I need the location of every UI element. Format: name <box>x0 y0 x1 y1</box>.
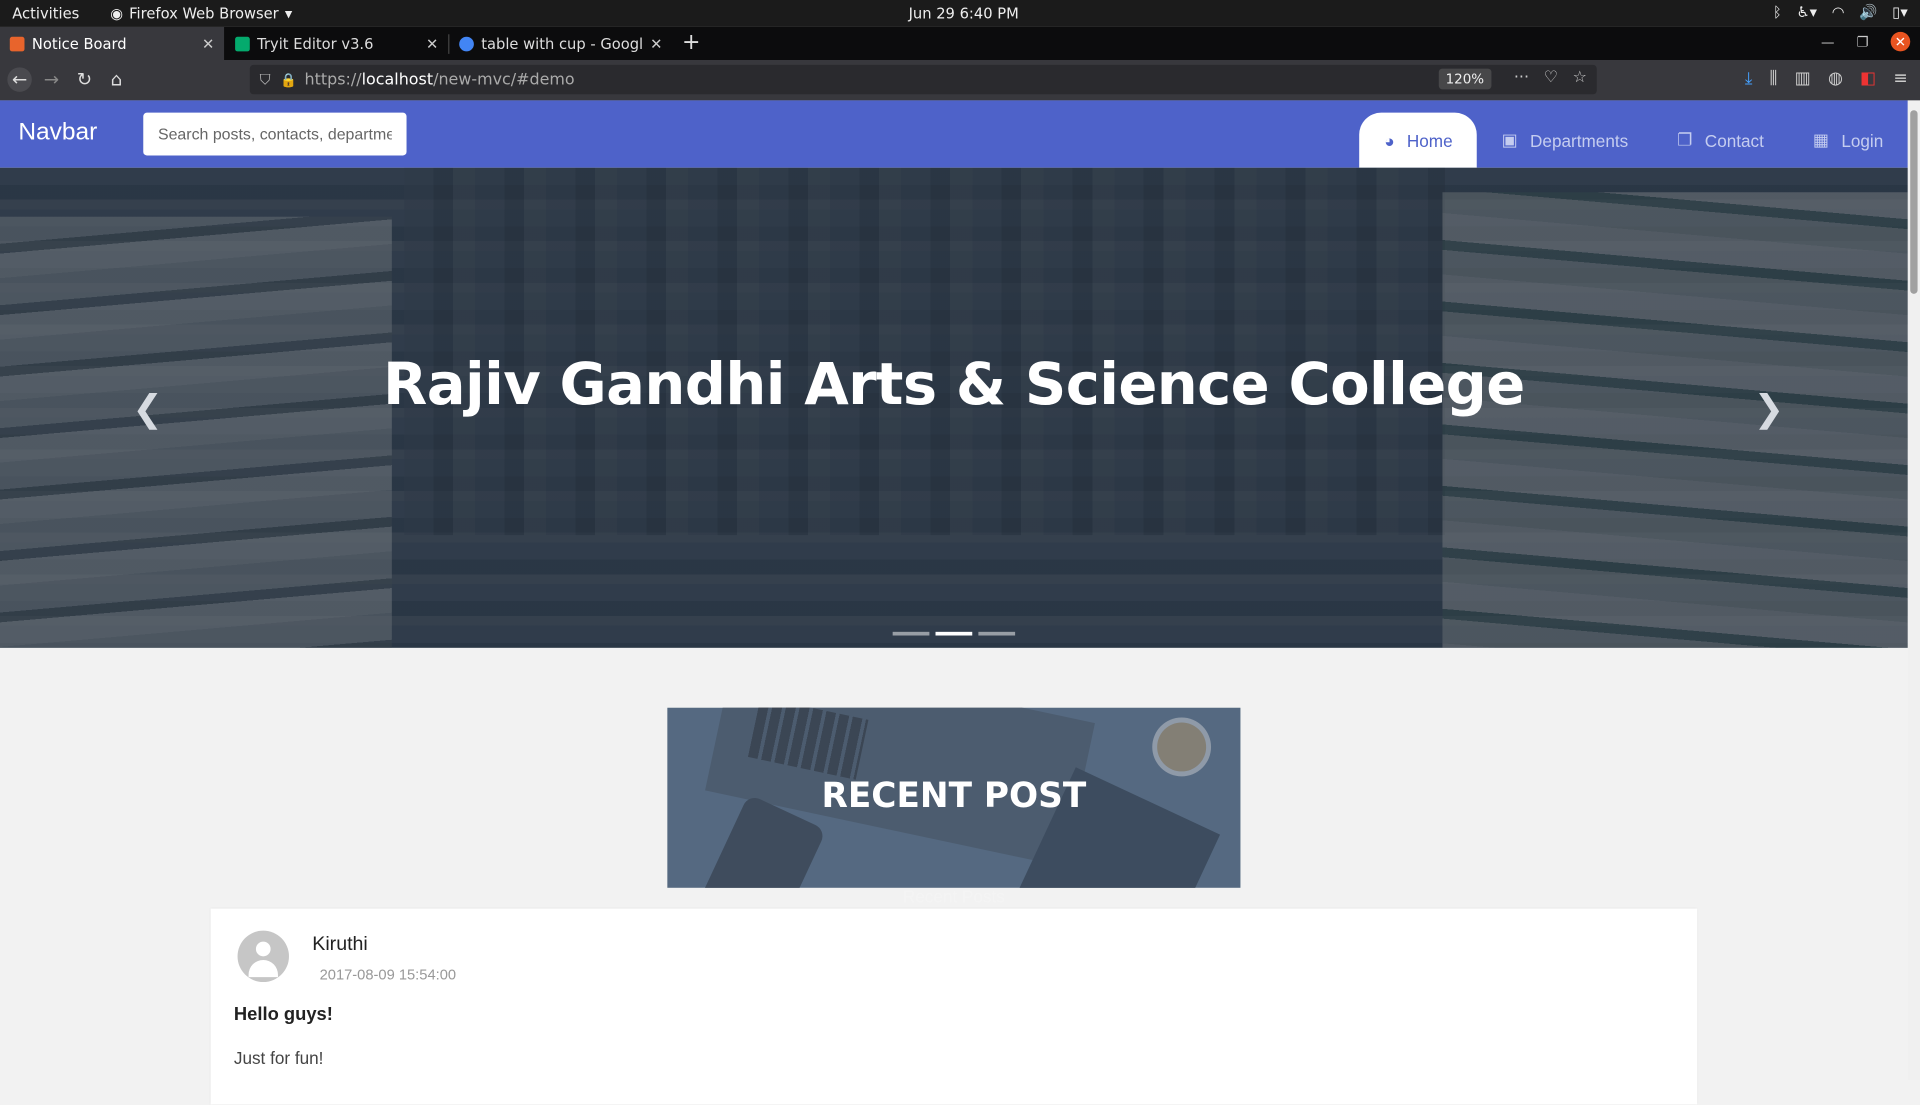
library-icon[interactable]: ⫼ <box>1770 69 1778 89</box>
tab-google-search[interactable]: table with cup - Google S ✕ <box>449 27 672 60</box>
reload-icon[interactable]: ↻ <box>72 67 96 91</box>
caret-down-icon: ▾ <box>284 4 293 23</box>
carousel-indicator[interactable] <box>892 631 930 636</box>
restore-icon[interactable]: ❐ <box>1856 34 1868 50</box>
pocket-icon[interactable]: ♡ <box>1544 69 1558 87</box>
user-icon-head <box>255 941 271 957</box>
carousel-indicator[interactable] <box>978 631 1016 636</box>
hamburger-menu-icon[interactable]: ≡ <box>1893 69 1907 89</box>
tab-strip: Notice Board ✕ Tryit Editor v3.6 ✕ table… <box>0 26 1920 61</box>
carousel-indicators <box>892 631 1016 636</box>
scrollbar-thumb[interactable] <box>1910 110 1918 294</box>
dashboard-icon: ◕ <box>1384 130 1395 151</box>
accessibility-icon: ♿▾ <box>1796 3 1818 21</box>
home-icon[interactable]: ⌂ <box>104 67 128 91</box>
clone-icon: ❐ <box>1677 129 1693 150</box>
nav-departments[interactable]: ▣ Departments <box>1477 113 1653 168</box>
hero-title: Rajiv Gandhi Arts & Science College <box>383 351 1525 419</box>
carousel-next-icon[interactable]: ❯ <box>1753 388 1784 431</box>
carousel-indicator-active[interactable] <box>935 631 973 636</box>
clock[interactable]: Jun 29 6:40 PM <box>909 5 1019 22</box>
tab-notice-board[interactable]: Notice Board ✕ <box>0 26 225 61</box>
tab-tryit-editor[interactable]: Tryit Editor v3.6 ✕ <box>225 27 448 60</box>
recent-post-title: RECENT POST <box>821 775 1087 816</box>
new-tab-button[interactable]: + <box>682 29 700 55</box>
system-top-bar: Activities ◉ Firefox Web Browser ▾ Jun 2… <box>0 0 1920 27</box>
nav-departments-label: Departments <box>1530 130 1629 151</box>
firefox-icon: ◉ <box>110 4 124 23</box>
tab-favicon <box>235 36 250 51</box>
calendar-icon: ▦ <box>1812 129 1830 150</box>
nav-home[interactable]: ◕ Home <box>1359 112 1478 168</box>
search-input[interactable] <box>143 112 407 156</box>
nav-links: ◕ Home ▣ Departments ❐ Contact ▦ Login <box>1359 100 1908 168</box>
carousel-prev-icon[interactable]: ❮ <box>132 388 163 431</box>
zoom-level[interactable]: 120% <box>1438 68 1492 90</box>
window-controls: — ❐ ✕ <box>1821 31 1911 52</box>
post-date: 2017-08-09 15:54:00 <box>319 966 457 984</box>
nav-login[interactable]: ▦ Login <box>1788 113 1907 168</box>
id-badge-icon: ▣ <box>1501 129 1518 150</box>
nav-contact-label: Contact <box>1704 130 1764 151</box>
user-icon-body <box>248 960 278 978</box>
url-actions: ··· ♡ ☆ <box>1514 69 1587 87</box>
tab-title: table with cup - Google S <box>481 34 643 53</box>
tracking-shield-icon[interactable]: ⛉ <box>260 70 271 88</box>
back-icon[interactable]: ← <box>7 67 32 92</box>
browser-toolbar: ← → ↻ ⌂ ⛉ 🔒 https://localhost/new-mvc/#d… <box>0 60 1920 101</box>
hero-carousel: Rajiv Gandhi Arts & Science College ❮ ❯ <box>0 167 1908 648</box>
close-icon[interactable]: ✕ <box>202 35 214 52</box>
activities-button[interactable]: Activities <box>12 5 79 22</box>
extension-icon[interactable]: ◧ <box>1860 69 1876 89</box>
close-icon[interactable]: ✕ <box>650 35 662 52</box>
avatar <box>237 930 289 983</box>
nav-home-label: Home <box>1406 130 1453 151</box>
window-close-icon[interactable]: ✕ <box>1890 31 1911 52</box>
post-title: Hello guys! <box>233 1004 333 1025</box>
bookmark-star-icon[interactable]: ☆ <box>1573 69 1587 87</box>
battery-icon: ▯▾ <box>1892 3 1908 21</box>
account-icon[interactable]: ◍ <box>1828 69 1843 89</box>
download-icon[interactable]: ⤓ <box>1745 69 1753 89</box>
google-icon <box>459 36 474 51</box>
navbar-brand[interactable]: Navbar <box>18 119 97 147</box>
recent-post-subtitle: Recent Posts <box>902 886 1005 907</box>
forward-icon[interactable]: → <box>39 67 63 91</box>
tab-title: Notice Board <box>31 34 127 53</box>
sidebar-icon[interactable]: ▥ <box>1795 69 1811 89</box>
bluetooth-icon: ᛒ <box>1772 3 1782 21</box>
url-bar[interactable]: ⛉ 🔒 https://localhost/new-mvc/#demo 120%… <box>249 64 1597 95</box>
system-tray[interactable]: ᛒ ♿▾ ◠ 🔊 ▯▾ <box>1773 4 1908 21</box>
app-menu-label: Firefox Web Browser <box>129 4 279 23</box>
tab-title: Tryit Editor v3.6 <box>257 34 374 53</box>
minimize-icon[interactable]: — <box>1821 34 1834 50</box>
app-menu[interactable]: ◉ Firefox Web Browser ▾ <box>110 5 292 22</box>
wifi-icon: ◠ <box>1831 3 1845 21</box>
page-scrollbar[interactable] <box>1907 100 1920 1081</box>
url-text[interactable]: https://localhost/new-mvc/#demo <box>305 70 575 88</box>
close-icon[interactable]: ✕ <box>426 35 438 52</box>
more-actions-icon[interactable]: ··· <box>1514 69 1529 87</box>
post-author: Kiruthi <box>312 934 368 956</box>
post-card: Kiruthi 2017-08-09 15:54:00 Hello guys! … <box>210 908 1698 1105</box>
post-body: Just for fun! <box>233 1048 324 1068</box>
toolbar-right-icons: ⤓ ⫼ ▥ ◍ ◧ ≡ <box>1745 69 1908 89</box>
nav-contact[interactable]: ❐ Contact <box>1653 113 1789 168</box>
insecure-lock-icon[interactable]: 🔒 <box>280 72 297 88</box>
recent-post-banner: RECENT POST <box>667 707 1241 888</box>
volume-icon: 🔊 <box>1859 3 1878 21</box>
nav-login-label: Login <box>1841 130 1884 151</box>
tab-favicon <box>9 36 25 51</box>
site-navbar: Navbar ◕ Home ▣ Departments ❐ Contact ▦ … <box>0 100 1908 168</box>
